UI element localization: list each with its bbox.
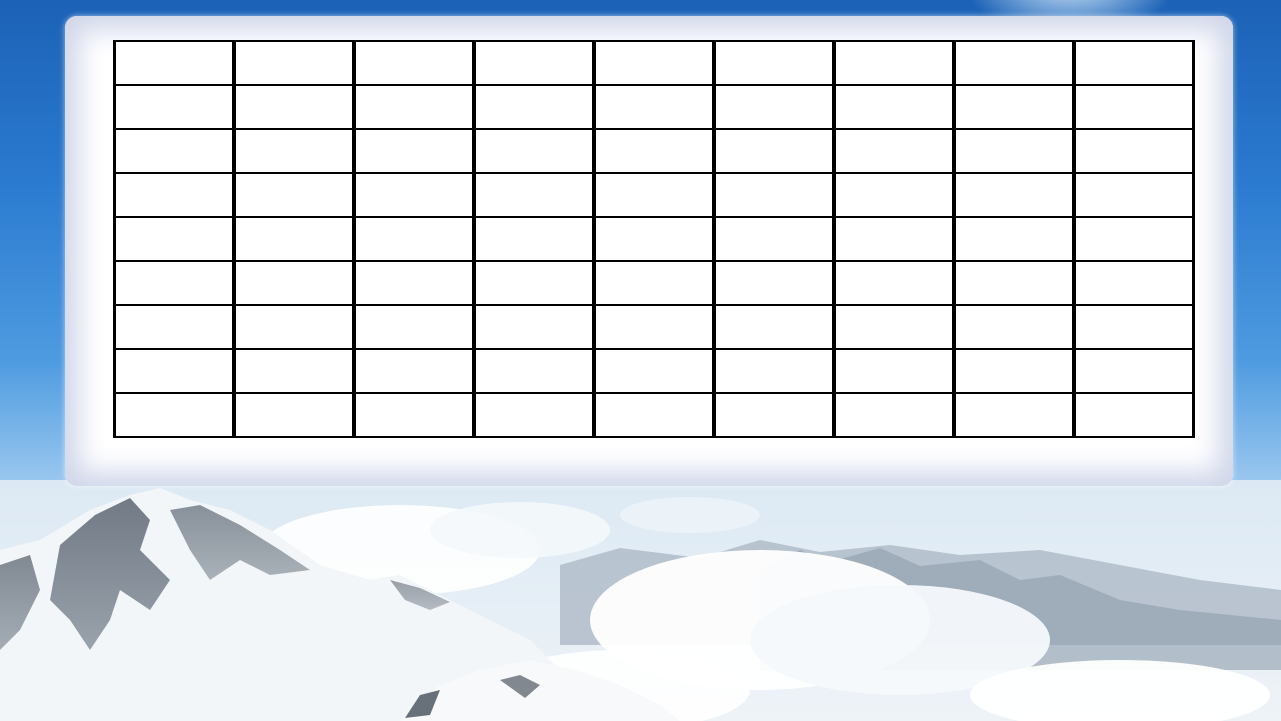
grid-row (113, 304, 1195, 350)
grid-row (113, 40, 1195, 86)
grid-cell (712, 128, 836, 174)
grid-cell (712, 84, 836, 130)
grid-cell (832, 216, 956, 262)
grid-cell (352, 40, 476, 86)
grid-row (113, 84, 1195, 130)
grid-cell (952, 40, 1076, 86)
grid-cell (952, 128, 1076, 174)
grid-cell (832, 392, 956, 438)
grid-cell (472, 172, 596, 218)
grid-cell (232, 304, 356, 350)
grid-cell (232, 172, 356, 218)
grid-cell (113, 216, 236, 262)
grid-cell (952, 172, 1076, 218)
grid-cell (832, 172, 956, 218)
grid-cell (472, 84, 596, 130)
grid-cell (952, 260, 1076, 306)
grid-cell (952, 304, 1076, 350)
grid-cell (113, 84, 236, 130)
grid-cell (113, 128, 236, 174)
grid-cell (472, 260, 596, 306)
grid-cell (472, 216, 596, 262)
grid-cell (472, 392, 596, 438)
grid-row (113, 260, 1195, 306)
grid-cell (1072, 84, 1195, 130)
grid-cell (952, 392, 1076, 438)
grid-cell (832, 128, 956, 174)
grid-cell (472, 128, 596, 174)
grid-cell (592, 304, 716, 350)
grid-row (113, 172, 1195, 218)
grid-cell (1072, 216, 1195, 262)
grid-cell (352, 172, 476, 218)
grid-cell (832, 348, 956, 394)
grid-cell (352, 216, 476, 262)
grid-cell (1072, 40, 1195, 86)
grid-cell (712, 172, 836, 218)
desktop-background (0, 0, 1281, 721)
grid-cell (472, 348, 596, 394)
grid-cell (592, 84, 716, 130)
grid-cell (592, 128, 716, 174)
grid-cell (113, 40, 236, 86)
grid-cell (832, 84, 956, 130)
grid-cell (712, 40, 836, 86)
cloud-bank (430, 502, 610, 558)
grid-cell (1072, 172, 1195, 218)
grid-cell (712, 304, 836, 350)
grid-cell (472, 304, 596, 350)
grid-cell (472, 40, 596, 86)
grid-cell (232, 84, 356, 130)
empty-grid-table (113, 40, 1195, 438)
grid-cell (113, 260, 236, 306)
grid-cell (352, 84, 476, 130)
grid-cell (232, 392, 356, 438)
grid-cell (832, 40, 956, 86)
grid-cell (592, 216, 716, 262)
grid-cell (232, 348, 356, 394)
grid-row (113, 392, 1195, 438)
grid-cell (832, 260, 956, 306)
grid-cell (1072, 260, 1195, 306)
grid-row (113, 348, 1195, 394)
grid-cell (712, 260, 836, 306)
grid-cell (952, 348, 1076, 394)
grid-cell (113, 172, 236, 218)
grid-cell (712, 392, 836, 438)
grid-cell (592, 260, 716, 306)
grid-row (113, 216, 1195, 262)
grid-cell (592, 392, 716, 438)
grid-cell (232, 260, 356, 306)
grid-row (113, 128, 1195, 174)
grid-cell (712, 216, 836, 262)
grid-cell (952, 216, 1076, 262)
mountain-landscape (0, 480, 1281, 721)
cloud-bank (620, 497, 760, 533)
grid-cell (592, 40, 716, 86)
grid-cell (352, 304, 476, 350)
grid-cell (352, 128, 476, 174)
grid-cell (592, 172, 716, 218)
grid-cell (1072, 304, 1195, 350)
grid-cell (1072, 348, 1195, 394)
grid-cell (592, 348, 716, 394)
grid-cell (232, 216, 356, 262)
grid-cell (113, 348, 236, 394)
grid-cell (952, 84, 1076, 130)
grid-cell (352, 260, 476, 306)
grid-cell (1072, 392, 1195, 438)
grid-cell (712, 348, 836, 394)
grid-cell (352, 348, 476, 394)
grid-cell (113, 392, 236, 438)
grid-cell (232, 128, 356, 174)
grid-cell (1072, 128, 1195, 174)
grid-cell (352, 392, 476, 438)
grid-cell (232, 40, 356, 86)
grid-cell (832, 304, 956, 350)
grid-cell (113, 304, 236, 350)
